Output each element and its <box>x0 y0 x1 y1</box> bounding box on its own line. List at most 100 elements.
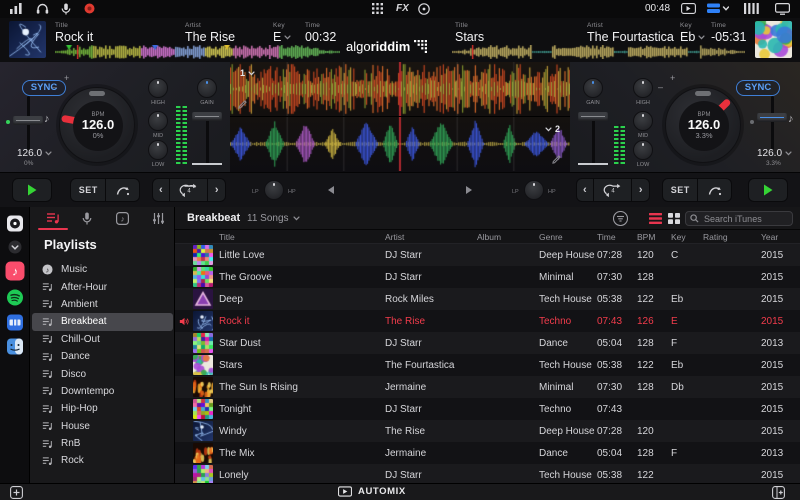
deck-a-eq-high-knob[interactable] <box>148 78 168 98</box>
deck-a-overview-waveform[interactable] <box>55 45 340 59</box>
deck-b-pitch-fader[interactable] <box>757 113 787 122</box>
col-title[interactable]: Title <box>219 232 385 242</box>
queue-panel-icon[interactable] <box>772 486 785 499</box>
track-row[interactable]: The GrooveDJ StarrMinimal07:301282015 <box>175 266 800 288</box>
deck-a-loop-button[interactable]: 4 <box>170 179 209 201</box>
col-key[interactable]: Key <box>671 232 703 242</box>
deck-b-pitch-readout[interactable]: 126.0 <box>757 148 792 159</box>
spotify-source-icon[interactable] <box>6 289 23 306</box>
deck-1-waveform[interactable] <box>230 62 570 117</box>
deck-2-edit-beatgrid-icon[interactable] <box>552 155 561 164</box>
sidebar-item-rock[interactable]: Rock <box>32 452 173 469</box>
pitch-bend-minus[interactable]: – <box>658 82 663 92</box>
col-album[interactable]: Album <box>477 232 539 242</box>
deck-a-filter-knob[interactable] <box>264 180 284 200</box>
deck-a-loop-double-button[interactable]: › <box>208 179 225 201</box>
col-year[interactable]: Year <box>761 232 800 242</box>
tab-microphone[interactable] <box>82 212 92 225</box>
pitch-bend-plus[interactable]: + <box>64 73 69 83</box>
sidebar-item-breakbeat[interactable]: Breakbeat <box>32 313 173 330</box>
deck-b-sync-button[interactable]: SYNC <box>736 80 780 96</box>
sidebar-item-downtempo[interactable]: Downtempo <box>32 383 173 400</box>
current-playlist-name[interactable]: Breakbeat <box>187 212 240 224</box>
track-row[interactable]: The MixJermaineDance05:04128F2013 <box>175 442 800 464</box>
search-input[interactable] <box>702 213 788 225</box>
pitch-bend-plus[interactable]: + <box>670 73 675 83</box>
record-disc-icon[interactable] <box>418 3 430 15</box>
track-row[interactable]: The Sun Is RisingJermaineMinimal07:30128… <box>175 376 800 398</box>
filter-icon[interactable] <box>613 211 628 226</box>
sidebar-item-dance[interactable]: Dance <box>32 348 173 365</box>
deck-1-edit-beatgrid-icon[interactable] <box>238 100 247 109</box>
deck-a-jog-wheel[interactable]: BPM 126.0 0% <box>59 87 135 163</box>
deck-a-eq-mid-knob[interactable] <box>148 111 168 131</box>
deck-2-waveform[interactable] <box>230 117 570 172</box>
deck-a-pitch-fader[interactable] <box>13 116 43 125</box>
deck-b-jog-wheel[interactable]: BPM 126.0 3.3% <box>665 87 741 163</box>
deck-a-jump-button[interactable] <box>106 179 139 201</box>
col-bpm[interactable]: BPM <box>637 232 671 242</box>
levels-icon[interactable] <box>10 3 22 14</box>
deck-a-pitch-readout[interactable]: 126.0 <box>17 148 52 159</box>
finder-source-icon[interactable] <box>6 338 23 355</box>
deck-a-play-button[interactable] <box>12 178 52 202</box>
sidebar-item-chill-out[interactable]: Chill-Out <box>32 331 173 348</box>
deck-b-jump-button[interactable] <box>698 179 731 201</box>
track-row[interactable]: Little LoveDJ StarrDeep House07:28120C20… <box>175 244 800 266</box>
deck-a-set-cue-button[interactable]: SET <box>71 179 106 201</box>
deck-b-loop-button[interactable]: 4 <box>594 179 633 201</box>
deck-b-key-field[interactable]: Key Eb <box>680 22 705 44</box>
track-row[interactable]: TonightDJ StarrTechno07:432015 <box>175 398 800 420</box>
record-icon[interactable] <box>84 3 95 14</box>
sidebar-item-ambient[interactable]: Ambient <box>32 296 173 313</box>
deck-b-overview-waveform[interactable] <box>452 45 745 59</box>
deck-b-eq-low-knob[interactable] <box>633 140 653 160</box>
deck-a-time-field[interactable]: Time 00:32 <box>305 22 336 44</box>
deck-a-key-field[interactable]: Key E <box>273 22 291 44</box>
pitch-bend-minus[interactable]: – <box>52 82 57 92</box>
list-view-icon[interactable] <box>649 213 662 224</box>
add-playlist-icon[interactable] <box>10 486 23 499</box>
track-row[interactable]: Star DustDJ StarrDance05:04128F2013 <box>175 332 800 354</box>
deck-b-eq-high-knob[interactable] <box>633 78 653 98</box>
song-count[interactable]: 11 Songs <box>247 213 300 224</box>
collapse-sources-icon[interactable] <box>8 240 22 254</box>
deck-b-gain-knob[interactable] <box>583 78 603 98</box>
headphones-icon[interactable] <box>36 3 49 14</box>
sidebar-item-disco[interactable]: Disco <box>32 365 173 382</box>
track-row[interactable]: Rock itThe RiseTechno07:43126E2015 <box>175 310 800 332</box>
display-icon[interactable] <box>775 3 790 15</box>
deck-a-eq-low-knob[interactable] <box>148 140 168 160</box>
sidebar-item-rnb[interactable]: RnB <box>32 435 173 452</box>
view-layers-icon[interactable] <box>707 3 729 14</box>
tab-itunes-library[interactable]: ♪ <box>116 212 129 225</box>
grid-view-icon[interactable] <box>668 213 680 224</box>
col-artist[interactable]: Artist <box>385 232 477 242</box>
sidebar-item-after-hour[interactable]: After-Hour <box>32 278 173 295</box>
deck-b-loop-double-button[interactable]: › <box>632 179 649 201</box>
deck-2-label[interactable]: 2 <box>545 124 560 134</box>
grid-icon[interactable] <box>372 3 383 14</box>
deck-b-eq-mid-knob[interactable] <box>633 111 653 131</box>
automix-button[interactable]: AUTOMIX <box>338 486 406 497</box>
mic-icon[interactable] <box>61 3 71 15</box>
deck-b-filter-knob[interactable] <box>524 180 544 200</box>
track-row[interactable]: WindyThe RiseDeep House07:281202015 <box>175 420 800 442</box>
deck-a-volume-fader[interactable] <box>192 112 222 121</box>
deck-1-label[interactable]: 1 <box>240 68 255 78</box>
deck-b-loop-halve-button[interactable]: ‹ <box>577 179 594 201</box>
sidebar-item-hip-hop[interactable]: Hip-Hop <box>32 400 173 417</box>
sidebar-item-music[interactable]: ♪Music <box>32 261 173 278</box>
automix-queue-icon[interactable] <box>681 3 696 14</box>
videos-source-icon[interactable] <box>6 314 23 331</box>
deck-a-gain-knob[interactable] <box>197 78 217 98</box>
deck-b-set-cue-button[interactable]: SET <box>663 179 698 201</box>
col-rating[interactable]: Rating <box>703 232 761 242</box>
col-genre[interactable]: Genre <box>539 232 597 242</box>
djay-source-icon[interactable] <box>6 215 23 232</box>
deck-b-volume-fader[interactable] <box>578 112 608 121</box>
track-row[interactable]: StarsThe FourtasticaTech House05:38122Eb… <box>175 354 800 376</box>
deck-b-play-button[interactable] <box>748 178 788 202</box>
deck-a-loop-halve-button[interactable]: ‹ <box>153 179 170 201</box>
track-row[interactable]: LonelyDJ StarrTech House05:381222015 <box>175 464 800 483</box>
